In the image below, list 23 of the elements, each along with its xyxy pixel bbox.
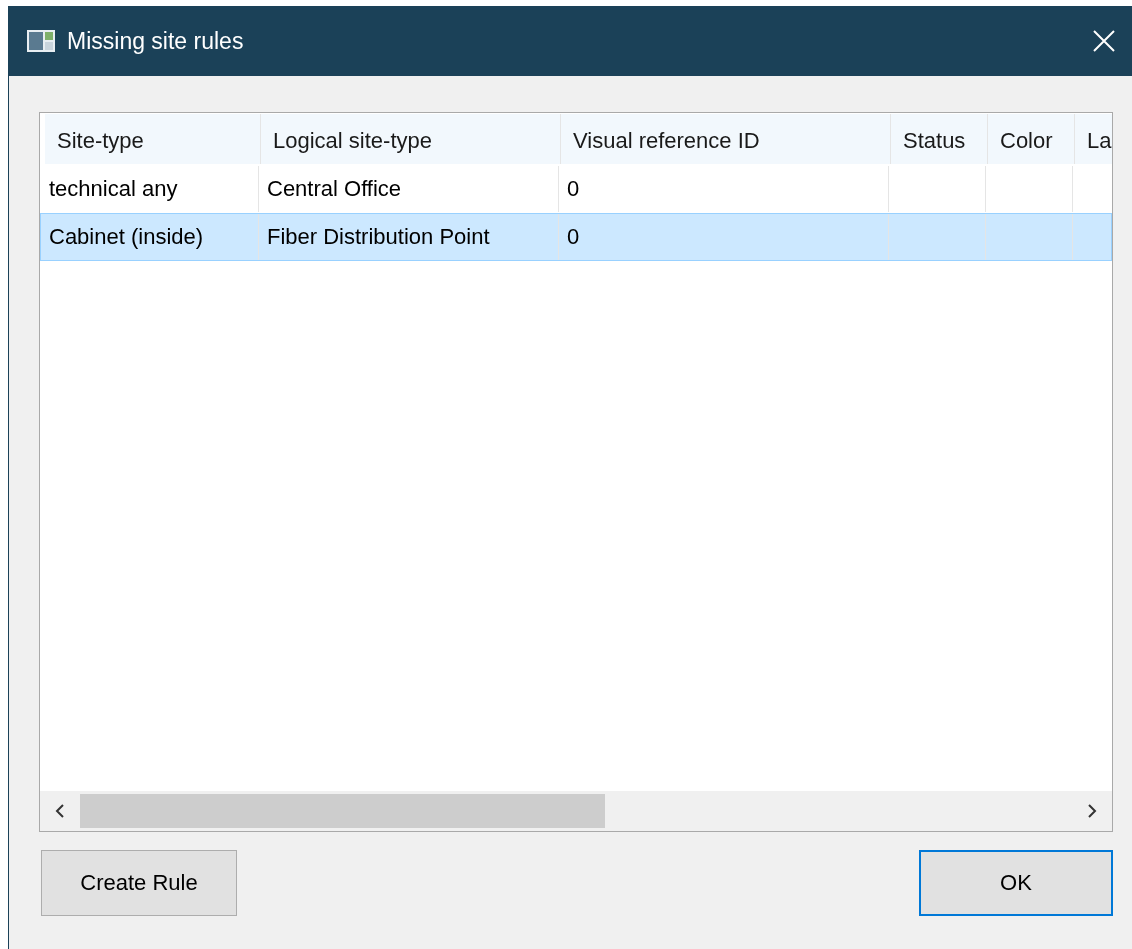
scroll-left-icon[interactable] <box>55 803 65 819</box>
column-header[interactable]: Logical site-type <box>261 114 561 164</box>
table-cell: 0 <box>559 214 889 260</box>
table-cell: Fiber Distribution Point <box>259 214 559 260</box>
column-header[interactable]: Site-type <box>45 114 261 164</box>
close-icon[interactable] <box>1093 30 1115 52</box>
ok-button[interactable]: OK <box>919 850 1113 916</box>
table-cell: Central Office <box>259 166 559 212</box>
horizontal-scrollbar[interactable] <box>40 791 1112 831</box>
column-header[interactable]: Color <box>988 114 1075 164</box>
table-row[interactable]: technical any Central Office 0 <box>40 165 1112 213</box>
table-cell: 0 <box>559 166 889 212</box>
table-cell: technical any <box>41 166 259 212</box>
window-icon <box>27 30 55 52</box>
scroll-thumb[interactable] <box>80 794 605 828</box>
table-cell: Cabinet (inside) <box>41 214 259 260</box>
create-rule-button[interactable]: Create Rule <box>41 850 237 916</box>
scroll-right-icon[interactable] <box>1087 803 1097 819</box>
column-header[interactable]: Status <box>891 114 988 164</box>
column-header[interactable]: Visual reference ID <box>561 114 891 164</box>
table-row[interactable]: Cabinet (inside) Fiber Distribution Point 0 <box>40 213 1112 261</box>
column-header[interactable]: La <box>1075 114 1112 164</box>
window-title: Missing site rules <box>67 27 245 55</box>
